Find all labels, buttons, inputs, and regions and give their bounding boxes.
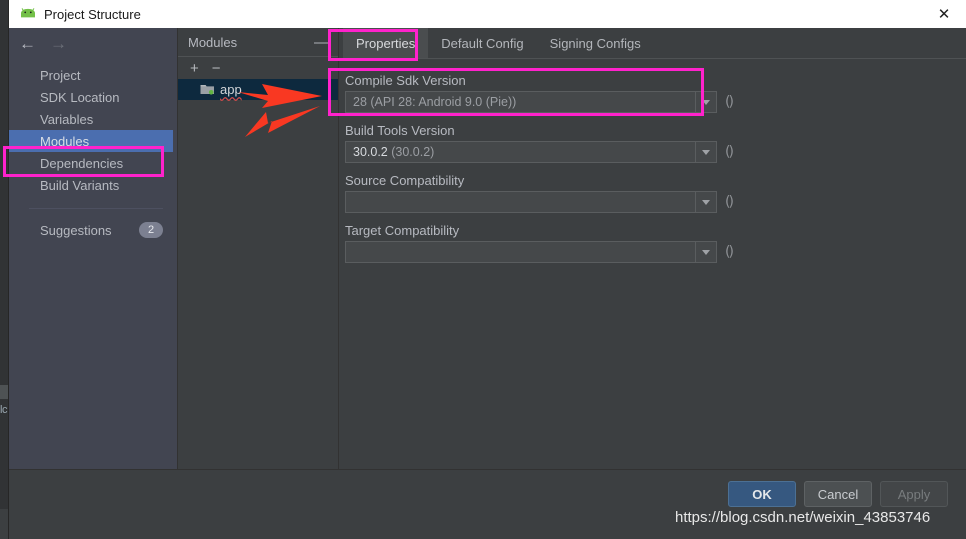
sidebar-item-label: Project — [40, 67, 81, 83]
sidebar-item-label: SDK Location — [40, 89, 120, 105]
combo-value-rest: (30.0.2) — [387, 145, 435, 159]
remove-module-button[interactable]: − — [212, 61, 221, 76]
background-left-tab — [0, 385, 9, 399]
project-structure-dialog: Project Structure ✕ ← → Project SDK Loca… — [9, 0, 966, 539]
dialog-body: ← → Project SDK Location Variables Modul… — [9, 28, 966, 469]
target-compatibility-combo[interactable] — [345, 241, 717, 263]
sidebar-item-label: Variables — [40, 111, 94, 127]
chevron-down-icon[interactable] — [695, 242, 716, 262]
field-label: Target Compatibility — [345, 223, 460, 238]
compile-sdk-version-combo[interactable]: 28 (API 28: Android 9.0 (Pie)) — [345, 91, 717, 113]
tab-bar: Properties Default Config Signing Config… — [339, 28, 966, 59]
sidebar-item-build-variants[interactable]: Build Variants — [9, 174, 177, 196]
combo-value-strong: 30.0.2 — [353, 145, 388, 159]
field-label: Source Compatibility — [345, 173, 465, 188]
dialog-footer: OK Cancel Apply — [9, 469, 966, 539]
sidebar-item-project[interactable]: Project — [9, 64, 177, 86]
field-row: () — [345, 191, 966, 213]
module-list: app — [178, 79, 338, 469]
module-folder-icon — [200, 83, 215, 96]
source-compatibility-combo[interactable] — [345, 191, 717, 213]
sidebar: ← → Project SDK Location Variables Modul… — [9, 28, 178, 469]
sidebar-item-label: Modules — [40, 133, 90, 149]
modules-panel: Modules — + − app — [178, 28, 339, 469]
cancel-button[interactable]: Cancel — [804, 481, 872, 507]
tab-default-config[interactable]: Default Config — [428, 28, 536, 58]
field-build-tools-version: Build Tools Version 30.0.2 (30.0.2) () — [345, 123, 966, 163]
chevron-down-icon[interactable] — [695, 92, 716, 112]
dialog-title: Project Structure — [44, 6, 141, 22]
close-icon[interactable]: ✕ — [922, 0, 966, 28]
content-panel: Properties Default Config Signing Config… — [339, 28, 966, 469]
tab-label: Signing Configs — [549, 35, 641, 51]
dialog-titlebar: Project Structure ✕ — [9, 0, 966, 28]
combo-value: 30.0.2 (30.0.2) — [346, 145, 695, 159]
field-compile-sdk-version: Compile Sdk Version 28 (API 28: Android … — [345, 73, 966, 113]
variables-icon[interactable]: () — [725, 244, 734, 260]
module-list-item-app[interactable]: app — [178, 79, 338, 100]
module-list-item-label: app — [220, 82, 242, 97]
field-row: 28 (API 28: Android 9.0 (Pie)) () — [345, 91, 966, 113]
modules-toolbar: + − — [178, 56, 338, 79]
build-tools-version-combo[interactable]: 30.0.2 (30.0.2) — [345, 141, 717, 163]
tab-label: Properties — [356, 35, 416, 51]
tab-signing-configs[interactable]: Signing Configs — [537, 28, 654, 58]
field-target-compatibility: Target Compatibility () — [345, 223, 966, 263]
background-left-text: lc — [0, 404, 7, 416]
sidebar-divider — [29, 208, 163, 209]
add-module-button[interactable]: + — [190, 61, 199, 76]
field-label: Compile Sdk Version — [345, 73, 466, 88]
sidebar-item-modules[interactable]: Modules — [9, 130, 173, 152]
android-icon — [20, 6, 36, 22]
sidebar-item-dependencies[interactable]: Dependencies — [9, 152, 177, 174]
apply-button: Apply — [880, 481, 948, 507]
tab-label: Default Config — [441, 35, 524, 51]
sidebar-navbar: ← → — [9, 28, 177, 58]
field-row: 30.0.2 (30.0.2) () — [345, 141, 966, 163]
forward-arrow-icon[interactable]: → — [50, 35, 67, 52]
chevron-down-icon[interactable] — [695, 192, 716, 212]
back-arrow-icon[interactable]: ← — [19, 35, 36, 52]
modules-panel-header: Modules — — [178, 28, 338, 56]
sidebar-item-label: Dependencies — [40, 155, 124, 171]
modules-panel-title: Modules — [188, 34, 238, 50]
background-left-strip — [0, 0, 9, 539]
variables-icon[interactable]: () — [725, 144, 734, 160]
sidebar-item-variables[interactable]: Variables — [9, 108, 177, 130]
variables-icon[interactable]: () — [725, 194, 734, 210]
sidebar-items: Project SDK Location Variables Modules D… — [9, 58, 177, 241]
variables-icon[interactable]: () — [725, 94, 734, 110]
sidebar-item-sdk-location[interactable]: SDK Location — [9, 86, 177, 108]
ok-button[interactable]: OK — [728, 481, 796, 507]
field-label: Build Tools Version — [345, 123, 455, 138]
sidebar-item-label: Suggestions — [40, 222, 112, 238]
combo-value: 28 (API 28: Android 9.0 (Pie)) — [346, 95, 695, 109]
sidebar-item-suggestions[interactable]: Suggestions 2 — [9, 219, 177, 241]
properties-form: Compile Sdk Version 28 (API 28: Android … — [339, 59, 966, 273]
collapse-icon[interactable]: — — [314, 35, 329, 50]
suggestions-badge: 2 — [139, 222, 163, 238]
sidebar-item-label: Build Variants — [40, 177, 120, 193]
field-source-compatibility: Source Compatibility () — [345, 173, 966, 213]
combo-value-rest: 28 (API 28: Android 9.0 (Pie)) — [353, 95, 517, 109]
field-row: () — [345, 241, 966, 263]
tab-properties[interactable]: Properties — [343, 28, 429, 58]
chevron-down-icon[interactable] — [695, 142, 716, 162]
